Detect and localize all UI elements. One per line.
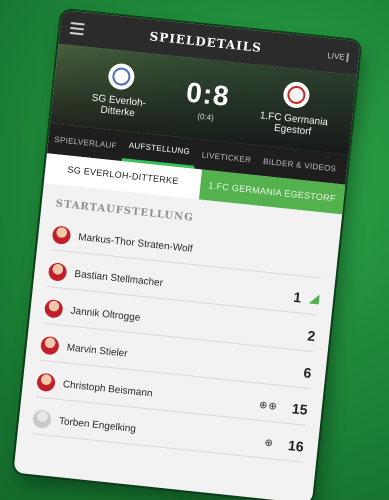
substitution-icon: ⊕ bbox=[263, 437, 275, 449]
away-team-name: 1.FC Germania Egestorf bbox=[259, 110, 329, 138]
player-name: Marvin Stieler bbox=[66, 341, 129, 360]
substitution-icon: ⊕⊕ bbox=[258, 399, 279, 413]
player-name: Christoph Beismann bbox=[62, 378, 154, 400]
player-avatar bbox=[51, 225, 72, 246]
phone-screen: SPIELDETAILS LIVE SG Everloh-Ditterke 0:… bbox=[13, 10, 361, 500]
away-team-crest-icon bbox=[282, 80, 311, 110]
home-team-crest-icon bbox=[107, 62, 136, 91]
green-corner-marker bbox=[308, 293, 320, 305]
player-avatar bbox=[39, 335, 60, 356]
player-number: 1 bbox=[292, 288, 303, 306]
player-number: 16 bbox=[287, 437, 305, 455]
player-avatar bbox=[36, 372, 56, 393]
away-team[interactable]: 1.FC Germania Egestorf bbox=[252, 78, 337, 140]
player-number: 15 bbox=[291, 400, 309, 418]
player-name: Markus-Thor Straten-Wolf bbox=[77, 231, 194, 255]
hamburger-icon[interactable] bbox=[69, 21, 85, 36]
player-number: 2 bbox=[306, 327, 317, 345]
live-button[interactable]: LIVE bbox=[326, 50, 350, 62]
player-number: 6 bbox=[302, 364, 313, 382]
home-team[interactable]: SG Everloh-Ditterke bbox=[77, 59, 162, 121]
player-name: Torben Engelking bbox=[58, 415, 137, 435]
stage: SPIELDETAILS LIVE SG Everloh-Ditterke 0:… bbox=[0, 0, 389, 500]
player-avatar bbox=[32, 409, 53, 430]
score-board: 0:8 (0:4) bbox=[184, 76, 232, 123]
player-avatar bbox=[47, 262, 68, 282]
player-name: Bastian Stellmacher bbox=[73, 268, 164, 289]
final-score: 0:8 bbox=[184, 76, 232, 112]
page-title: SPIELDETAILS bbox=[148, 29, 263, 56]
player-number bbox=[299, 260, 323, 263]
home-team-name: SG Everloh-Ditterke bbox=[91, 92, 147, 120]
player-avatar bbox=[43, 298, 64, 319]
lineup-section: STARTAUFSTELLUNG Markus-Thor Straten-Wol… bbox=[18, 183, 343, 464]
halftime-score: (0:4) bbox=[196, 111, 215, 122]
player-name: Jannik Oltrogge bbox=[70, 305, 141, 324]
